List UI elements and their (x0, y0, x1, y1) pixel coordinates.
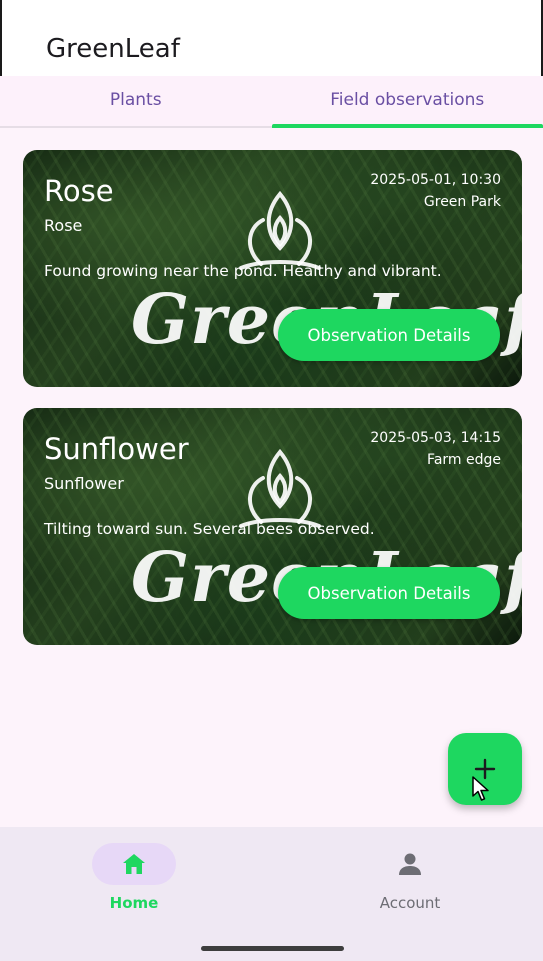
nav-account-indicator (368, 843, 452, 885)
tab-plants[interactable]: Plants (0, 76, 272, 126)
observation-title: Sunflower (44, 432, 189, 466)
app-title: GreenLeaf (46, 34, 180, 64)
app-bar: GreenLeaf (0, 0, 543, 76)
tab-plants-label: Plants (109, 90, 162, 110)
nav-item-account[interactable]: Account (345, 843, 475, 919)
tab-field-observations[interactable]: Field observations (271, 76, 543, 128)
observation-notes: Tilting toward sun. Several bees observe… (44, 520, 375, 538)
nav-home-indicator (92, 843, 176, 885)
observation-details-button[interactable]: Observation Details (278, 567, 500, 619)
observation-card[interactable]: GreenLeaf Rose Rose 2025-05-01, 10:30 Gr… (23, 150, 522, 387)
home-icon (123, 854, 145, 874)
nav-home-label: Home (109, 894, 159, 912)
observation-species: Sunflower (44, 474, 124, 493)
observation-location: Green Park (423, 194, 501, 210)
observation-species: Rose (44, 216, 83, 235)
person-icon (399, 853, 421, 875)
observation-datetime: 2025-05-03, 14:15 (370, 430, 501, 446)
observation-notes: Found growing near the pond. Healthy and… (44, 262, 442, 280)
system-gesture-bar[interactable] (201, 946, 344, 951)
mouse-cursor-icon (472, 776, 489, 801)
observation-location: Farm edge (427, 452, 501, 468)
nav-account-label: Account (379, 894, 441, 912)
observation-card[interactable]: GreenLeaf Sunflower Sunflower 2025-05-03… (23, 408, 522, 645)
observation-datetime: 2025-05-01, 10:30 (370, 172, 501, 188)
observation-title: Rose (44, 174, 114, 208)
tab-field-observations-label: Field observations (330, 90, 485, 110)
tab-bar: Plants Field observations (0, 76, 543, 128)
observation-details-button[interactable]: Observation Details (278, 309, 500, 361)
nav-item-home[interactable]: Home (69, 843, 199, 919)
app-screen: GreenLeaf Plants Field observations Gree… (0, 0, 543, 961)
bottom-navigation: Home Account (0, 827, 543, 961)
